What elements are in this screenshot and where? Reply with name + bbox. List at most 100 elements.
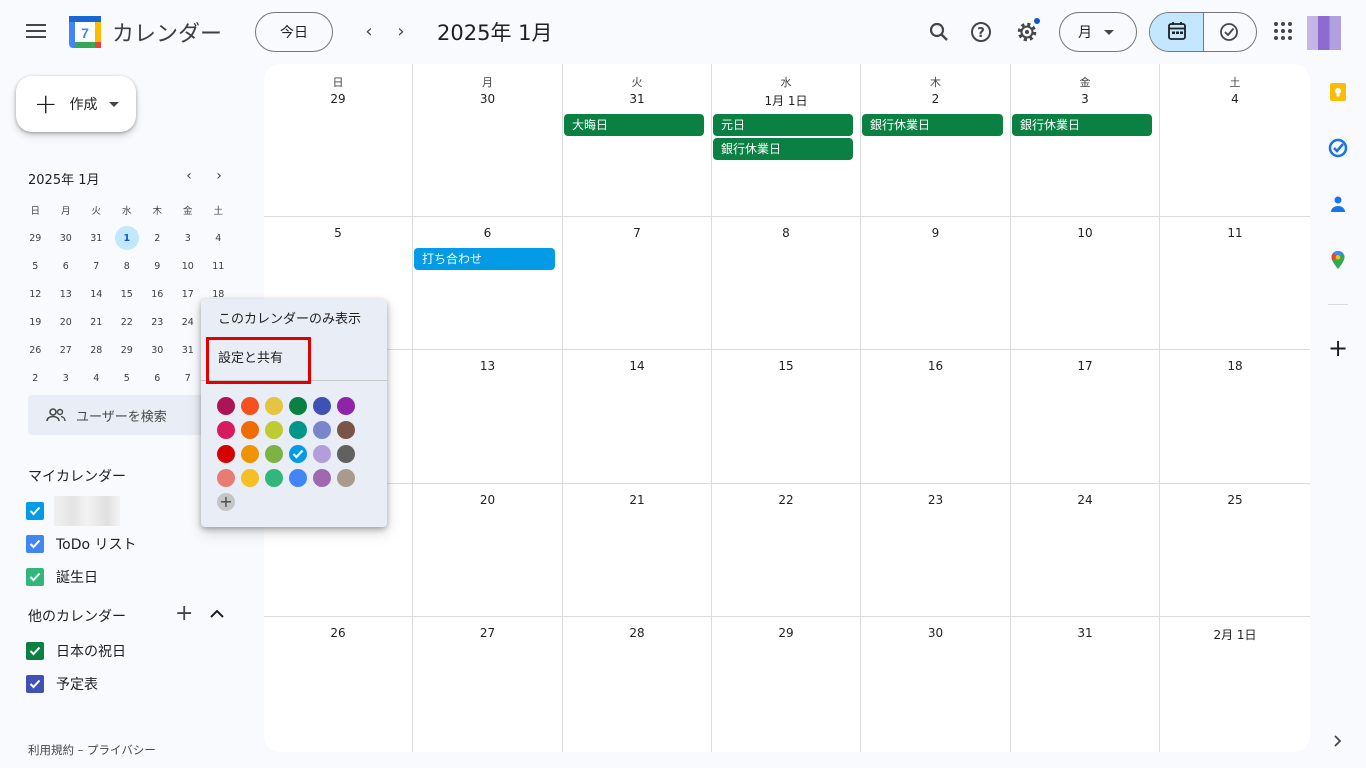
day-cell[interactable]: 22 <box>712 484 861 617</box>
color-swatch[interactable] <box>289 397 307 415</box>
mini-date-selected[interactable]: 1 <box>114 226 139 250</box>
day-number[interactable]: 31 <box>563 92 711 106</box>
mini-date[interactable]: 27 <box>51 336 82 364</box>
color-swatch[interactable] <box>217 469 235 487</box>
mini-next-button[interactable]: › <box>209 168 229 184</box>
color-swatch[interactable] <box>217 445 235 463</box>
checkbox-checked-icon[interactable] <box>26 502 44 520</box>
day-number[interactable]: 16 <box>861 359 1010 373</box>
color-swatch[interactable] <box>337 469 355 487</box>
my-calendars-heading[interactable]: マイカレンダー <box>28 466 126 486</box>
day-cell[interactable]: 13 <box>413 350 563 484</box>
day-cell[interactable]: 11 <box>1160 217 1310 350</box>
add-calendar-icon[interactable]: + <box>175 601 193 626</box>
calendar-list-item[interactable]: 日本の祝日 <box>26 641 126 661</box>
footer-links[interactable]: 利用規約 – プライバシー <box>28 742 156 758</box>
color-swatch[interactable] <box>337 397 355 415</box>
mini-date[interactable]: 3 <box>173 224 204 252</box>
mini-date[interactable]: 8 <box>112 252 143 280</box>
day-cell[interactable]: 木2 <box>861 64 1011 217</box>
mini-date[interactable]: 23 <box>142 308 173 336</box>
day-cell[interactable]: 30 <box>861 617 1011 752</box>
event-chip[interactable]: 大晦日 <box>564 114 704 136</box>
mini-date[interactable]: 20 <box>51 308 82 336</box>
day-cell[interactable]: 24 <box>1011 484 1160 617</box>
day-number[interactable]: 3 <box>1011 92 1159 106</box>
apps-grid-icon[interactable] <box>1274 22 1292 40</box>
mini-date[interactable]: 29 <box>112 336 143 364</box>
mini-date[interactable]: 4 <box>203 224 234 252</box>
create-button[interactable]: + 作成 <box>16 76 136 132</box>
color-swatch[interactable] <box>217 397 235 415</box>
color-swatch[interactable] <box>313 445 331 463</box>
checkbox-checked-icon[interactable] <box>26 675 44 693</box>
main-menu-icon[interactable] <box>24 20 48 44</box>
color-swatch[interactable] <box>265 445 283 463</box>
color-swatch[interactable] <box>265 421 283 439</box>
color-swatch[interactable] <box>313 421 331 439</box>
day-cell[interactable]: 14 <box>563 350 712 484</box>
color-swatch[interactable] <box>337 445 355 463</box>
day-number[interactable]: 9 <box>861 226 1010 240</box>
mini-date[interactable]: 24 <box>173 308 204 336</box>
day-cell[interactable]: 16 <box>861 350 1011 484</box>
calendar-list-item[interactable] <box>26 496 120 526</box>
calendar-list-item[interactable]: 予定表 <box>26 674 98 694</box>
day-cell[interactable]: 26 <box>264 617 413 752</box>
day-number[interactable]: 17 <box>1011 359 1159 373</box>
day-cell[interactable]: 23 <box>861 484 1011 617</box>
mini-prev-button[interactable]: ‹ <box>179 168 199 184</box>
mini-date[interactable]: 31 <box>173 336 204 364</box>
mini-date[interactable]: 10 <box>173 252 204 280</box>
color-swatch[interactable] <box>289 421 307 439</box>
day-number[interactable]: 24 <box>1011 493 1159 507</box>
color-swatch[interactable] <box>337 421 355 439</box>
day-number[interactable]: 14 <box>563 359 711 373</box>
collapse-chevron-icon[interactable] <box>209 608 225 620</box>
color-swatch[interactable] <box>241 421 259 439</box>
calendar-list-item[interactable]: 誕生日 <box>26 567 98 587</box>
day-cell[interactable]: 10 <box>1011 217 1160 350</box>
day-number[interactable]: 6 <box>413 226 562 240</box>
search-icon[interactable] <box>923 16 955 48</box>
day-number[interactable]: 27 <box>413 626 562 640</box>
day-cell[interactable]: 20 <box>413 484 563 617</box>
mini-date[interactable]: 6 <box>142 364 173 392</box>
day-number[interactable]: 4 <box>1160 92 1310 106</box>
day-number[interactable]: 25 <box>1160 493 1310 507</box>
prev-month-button[interactable]: ‹ <box>357 20 381 44</box>
day-number[interactable]: 10 <box>1011 226 1159 240</box>
color-swatch[interactable] <box>265 469 283 487</box>
color-swatch[interactable] <box>313 397 331 415</box>
day-cell[interactable]: 15 <box>712 350 861 484</box>
day-number[interactable]: 30 <box>413 92 562 106</box>
checkbox-checked-icon[interactable] <box>26 642 44 660</box>
color-swatch[interactable] <box>265 397 283 415</box>
day-number[interactable]: 22 <box>712 493 860 507</box>
day-number[interactable]: 23 <box>861 493 1010 507</box>
day-number[interactable]: 15 <box>712 359 860 373</box>
checkbox-checked-icon[interactable] <box>26 568 44 586</box>
calendar-list-item[interactable]: ToDo リスト <box>26 534 137 554</box>
mini-date[interactable]: 28 <box>81 336 112 364</box>
mini-date[interactable]: 12 <box>20 280 51 308</box>
account-avatar[interactable] <box>1307 16 1341 50</box>
day-cell[interactable]: 土4 <box>1160 64 1310 217</box>
day-cell[interactable]: 31 <box>1011 617 1160 752</box>
mini-date[interactable]: 5 <box>20 252 51 280</box>
mini-date[interactable]: 29 <box>20 224 51 252</box>
day-cell[interactable]: 金3 <box>1011 64 1160 217</box>
mini-date[interactable]: 30 <box>142 336 173 364</box>
color-swatch[interactable] <box>241 469 259 487</box>
settings-gear-icon[interactable] <box>1011 16 1043 48</box>
today-button[interactable]: 今日 <box>255 12 333 52</box>
mini-date[interactable]: 19 <box>20 308 51 336</box>
event-chip[interactable]: 銀行休業日 <box>713 138 853 160</box>
add-custom-color-icon[interactable]: + <box>217 493 235 511</box>
day-number[interactable]: 31 <box>1011 626 1159 640</box>
day-cell[interactable]: 17 <box>1011 350 1160 484</box>
mini-date[interactable]: 9 <box>142 252 173 280</box>
maps-icon[interactable] <box>1328 250 1348 270</box>
day-number[interactable]: 8 <box>712 226 860 240</box>
day-cell[interactable]: 日 29 <box>264 64 413 217</box>
